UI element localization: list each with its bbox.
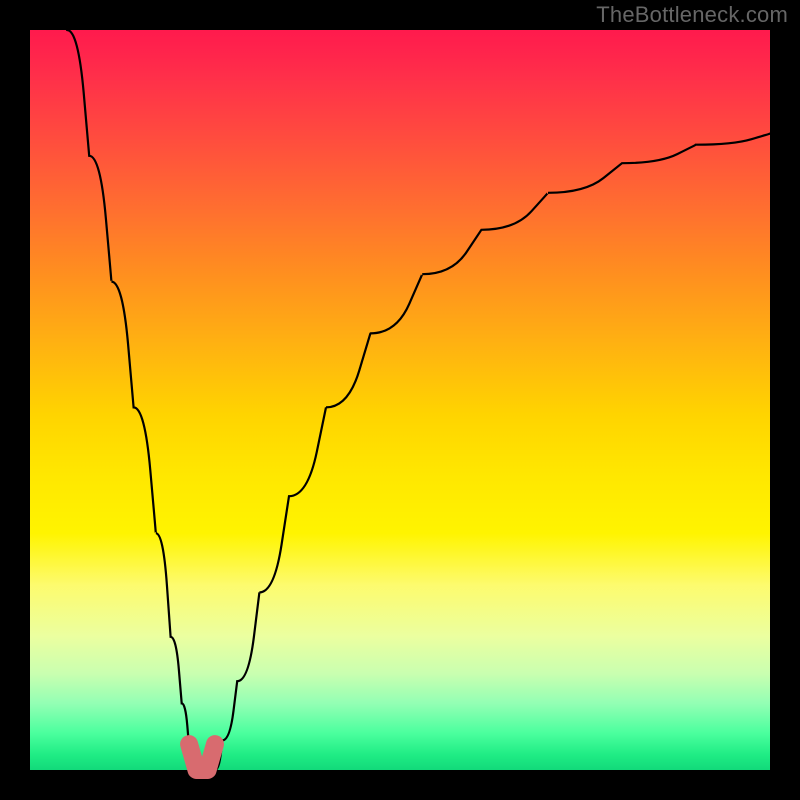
watermark-text: TheBottleneck.com [596,2,788,28]
chart-area [30,30,770,770]
right-curve [215,134,770,770]
optimal-u-marker [189,744,215,770]
left-curve [67,30,193,770]
chart-svg [30,30,770,770]
